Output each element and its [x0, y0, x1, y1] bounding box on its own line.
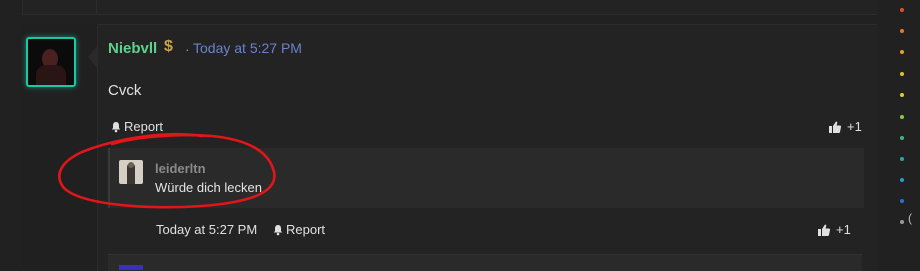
money-bag-icon: $ [164, 38, 173, 55]
comment-report-label: Report [286, 222, 326, 237]
status-dot [900, 50, 904, 54]
status-dot [900, 220, 904, 224]
comment-like-count: +1 [836, 222, 851, 237]
comment-timestamp[interactable]: Today at 5:27 PM [156, 222, 257, 237]
thumbs-up-icon [818, 224, 831, 236]
status-dot [900, 29, 904, 33]
status-dot [900, 199, 904, 203]
activity-row-label: ( [908, 211, 912, 225]
post-message: Cvck [108, 82, 142, 99]
status-dot [900, 72, 904, 76]
comment-like-button[interactable]: +1 [817, 222, 851, 237]
status-dot [900, 115, 904, 119]
bell-icon [273, 224, 283, 235]
status-dot [900, 8, 904, 12]
post-timestamp[interactable]: Today at 5:27 PM [193, 40, 302, 56]
previous-post-divider [96, 0, 97, 14]
activity-list: ( [900, 0, 920, 270]
previous-post [22, 0, 877, 15]
avatar[interactable] [26, 37, 76, 87]
avatar-body [36, 65, 66, 85]
annotation-circle [58, 132, 276, 209]
status-dot [900, 93, 904, 97]
status-dot [900, 157, 904, 161]
next-comment [108, 254, 862, 271]
avatar-pointer [88, 45, 98, 69]
separator: · [185, 41, 190, 57]
thumbs-up-icon [829, 121, 842, 133]
post-username[interactable]: Niebvll [108, 40, 157, 57]
status-dot [900, 178, 904, 182]
next-comment-avatar[interactable] [119, 265, 143, 270]
like-button[interactable]: +1 [828, 119, 862, 134]
status-dot [900, 136, 904, 140]
comment-report-button[interactable]: Report [272, 222, 325, 237]
like-count: +1 [847, 119, 862, 134]
